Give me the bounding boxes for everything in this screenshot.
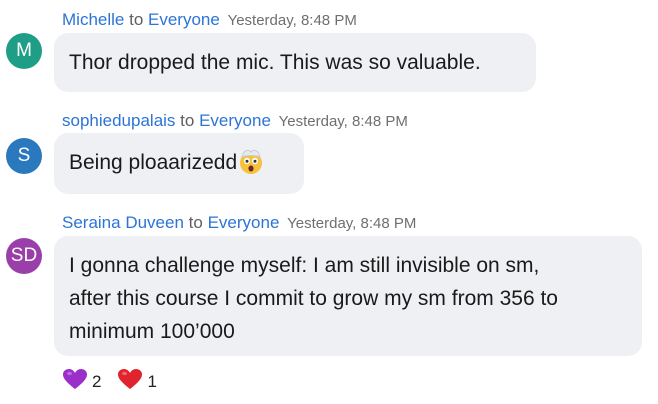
message-text: Thor dropped the mic. This was so valuab… — [69, 51, 481, 74]
to-label: to — [180, 111, 195, 130]
reaction-purple-heart[interactable]: 2 — [62, 368, 101, 395]
message-text-line: after this course I commit to grow my sm… — [69, 287, 558, 310]
purple-heart-icon — [62, 368, 88, 395]
avatar[interactable]: M — [6, 33, 42, 69]
red-heart-icon — [117, 368, 143, 395]
timestamp: Yesterday, 8:48 PM — [227, 12, 357, 29]
avatar[interactable]: SD — [6, 238, 42, 274]
message-bubble[interactable]: Thor dropped the mic. This was so valuab… — [54, 33, 536, 92]
recipient-name[interactable]: Everyone — [148, 10, 220, 29]
avatar-initials: S — [17, 145, 31, 166]
message-header: Michelle to Everyone Yesterday, 8:48 PM — [62, 10, 357, 30]
exploding-head-icon — [237, 147, 265, 185]
message-text-line: I gonna challenge myself: I am still inv… — [69, 254, 540, 277]
to-label: to — [188, 213, 203, 232]
message-text-content: Being ploaarizedd — [69, 151, 238, 174]
timestamp: Yesterday, 8:48 PM — [278, 113, 408, 130]
recipient-name[interactable]: Everyone — [199, 111, 271, 130]
message-header: Seraina Duveen to Everyone Yesterday, 8:… — [62, 213, 416, 233]
message-bubble[interactable]: I gonna challenge myself: I am still inv… — [54, 236, 642, 356]
message-bubble[interactable]: Being ploaarizedd — [54, 133, 304, 194]
avatar-initials: SD — [10, 245, 38, 266]
sender-name[interactable]: Seraina Duveen — [62, 213, 184, 232]
recipient-name[interactable]: Everyone — [208, 213, 280, 232]
avatar-initials: M — [16, 40, 32, 61]
message-header: sophiedupalais to Everyone Yesterday, 8:… — [62, 111, 408, 131]
reaction-red-heart[interactable]: 1 — [117, 368, 157, 395]
avatar[interactable]: S — [6, 138, 42, 174]
sender-name[interactable]: sophiedupalais — [62, 111, 175, 130]
reaction-count: 2 — [92, 371, 102, 391]
to-label: to — [129, 10, 144, 29]
message-text: Being ploaarizedd — [69, 146, 288, 185]
sender-name[interactable]: Michelle — [62, 10, 124, 29]
timestamp: Yesterday, 8:48 PM — [287, 215, 417, 232]
reactions-bar: 2 1 — [62, 368, 173, 395]
reaction-count: 1 — [147, 371, 157, 391]
message-text-line: minimum 100’000 — [69, 320, 235, 343]
